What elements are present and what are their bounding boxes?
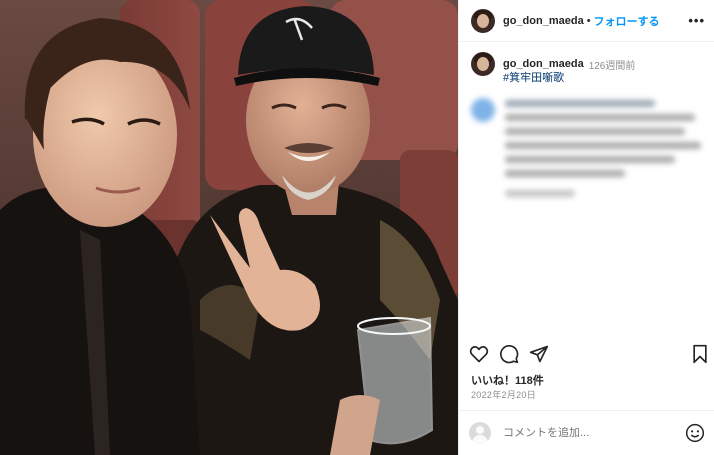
comment-bar	[459, 410, 714, 455]
post-side-panel: go_don_maeda • フォローする ••• go_don_maeda 1…	[458, 0, 714, 455]
comment-icon[interactable]	[499, 344, 519, 364]
caption-time-ago[interactable]: 126週間前	[589, 57, 636, 72]
separator-dot: •	[586, 14, 591, 27]
post-image	[0, 0, 458, 455]
more-icon[interactable]: •••	[688, 13, 705, 28]
author-avatar[interactable]	[471, 8, 495, 33]
caption: go_don_maeda 126週間前 #箕牢田噺歌	[471, 52, 707, 85]
caption-avatar[interactable]	[471, 52, 495, 76]
viewer-avatar	[469, 422, 491, 444]
author-username[interactable]: go_don_maeda	[503, 15, 584, 27]
post-date[interactable]: 2022年2月20日	[471, 388, 536, 401]
heart-icon[interactable]	[469, 344, 489, 364]
bookmark-icon[interactable]	[691, 344, 709, 364]
post-photo[interactable]	[0, 0, 458, 455]
blurred-comment	[471, 96, 707, 206]
action-bar	[469, 344, 707, 368]
post-header: go_don_maeda • フォローする •••	[459, 0, 714, 42]
likes-count[interactable]: いいね！118件	[471, 372, 544, 388]
smiley-icon[interactable]	[685, 423, 705, 443]
comment-input[interactable]	[503, 427, 653, 439]
follow-button[interactable]: フォローする	[594, 13, 660, 29]
send-icon[interactable]	[529, 344, 549, 364]
